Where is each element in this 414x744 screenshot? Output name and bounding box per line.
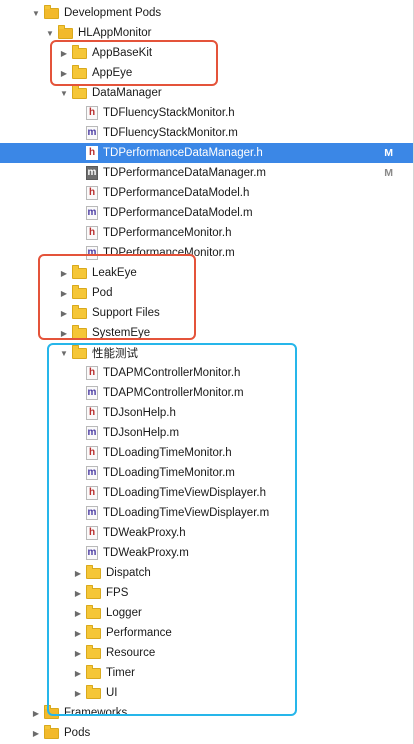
folder-row[interactable]: ▼ Development Pods [0,3,414,23]
file-row[interactable]: h TDFluencyStackMonitor.h [0,103,414,123]
item-label: TDPerformanceDataModel.m [103,207,253,219]
source-file-icon: m [86,206,98,220]
item-label: Development Pods [64,7,162,19]
item-label: DataManager [92,87,162,99]
folder-row[interactable]: ▼ DataManager [0,83,414,103]
item-label: TDPerformanceDataModel.h [103,187,250,199]
disclosure-closed-icon[interactable]: ▶ [31,709,41,718]
modified-status-badge: M [384,147,393,159]
item-label: TDPerformanceDataManager.m [103,167,266,179]
project-navigator: ▼ Development Pods ▼ HLAppMonitor ▶ AppBaseKi… [0,0,414,744]
source-file-icon: m [86,166,98,180]
item-label: TDFluencyStackMonitor.m [103,127,238,139]
annotation-box-red-middle [38,254,196,340]
annotation-box-blue [47,343,297,716]
header-file-icon: h [86,186,98,200]
header-file-icon: h [86,106,98,120]
folder-icon [58,24,73,39]
disclosure-open-icon[interactable]: ▼ [59,89,69,98]
file-row[interactable]: h TDPerformanceDataManager.h M [0,143,414,163]
file-row[interactable]: m TDPerformanceDataManager.m M [0,163,414,183]
item-label: TDPerformanceMonitor.h [103,227,232,239]
header-file-icon: h [86,146,98,160]
file-row[interactable]: h TDPerformanceDataModel.h [0,183,414,203]
folder-icon [72,84,87,99]
item-label: Pods [64,727,91,739]
disclosure-closed-icon[interactable]: ▶ [31,729,41,738]
item-label: TDFluencyStackMonitor.h [103,107,235,119]
disclosure-open-icon[interactable]: ▼ [45,29,55,38]
item-label: TDPerformanceDataManager.h [103,147,263,159]
header-file-icon: h [86,226,98,240]
modified-status-badge: M [384,167,393,179]
annotation-box-red-top [50,40,218,86]
disclosure-open-icon[interactable]: ▼ [31,9,41,18]
file-row[interactable]: m TDPerformanceDataModel.m [0,203,414,223]
folder-row[interactable]: ▶ Pods [0,723,414,743]
source-file-icon: m [86,126,98,140]
folder-icon [44,4,59,19]
item-label: HLAppMonitor [78,27,152,39]
file-row[interactable]: m TDFluencyStackMonitor.m [0,123,414,143]
file-row[interactable]: h TDPerformanceMonitor.h [0,223,414,243]
folder-icon [44,724,59,739]
